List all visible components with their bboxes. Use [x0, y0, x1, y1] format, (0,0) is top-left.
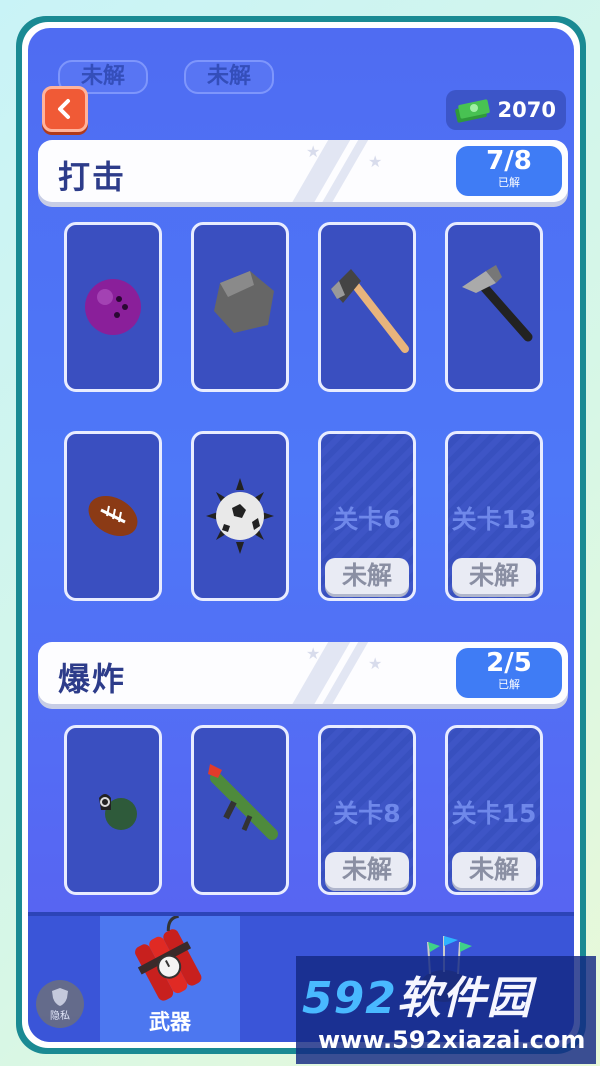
unlock-level-label: 关卡8 — [333, 799, 401, 828]
dynamite-icon — [135, 916, 202, 1001]
weapon-card-spiked-ball[interactable] — [191, 431, 289, 601]
section-title: 爆炸 — [58, 660, 127, 698]
weapon-card-bowling-ball[interactable] — [64, 222, 162, 392]
locked-badge: 未解 — [452, 852, 536, 888]
locked-badge: 未解 — [325, 558, 409, 594]
frame-inner: 未解 未解 2070 ★ ★ 打击 7/8 已解 关卡6 未解 关卡13 未解 … — [22, 22, 580, 1048]
unlock-level-label: 关卡15 — [451, 799, 537, 828]
axe-icon — [331, 269, 409, 353]
star-decoration: ★ — [368, 654, 383, 673]
watermark-url: www.592xiazai.com — [318, 1026, 586, 1054]
weapon-card-football[interactable] — [64, 431, 162, 601]
hammer-icon — [462, 265, 533, 342]
privacy-button[interactable]: 隐私 — [36, 980, 84, 1028]
star-decoration: ★ — [306, 142, 321, 161]
currency-display: 2070 — [445, 90, 566, 130]
watermark: 592软件园 www.592xiazai.com — [296, 956, 596, 1064]
section-title: 打击 — [58, 158, 127, 196]
locked-badge: 未解 — [452, 558, 536, 594]
watermark-brand-num: 592 — [302, 973, 397, 1024]
privacy-label: 隐私 — [50, 1010, 70, 1022]
unlock-counter: 2/5 已解 — [456, 648, 562, 698]
rocket-launcher-icon — [208, 764, 278, 840]
unlock-count: 2/5 — [486, 648, 532, 678]
weapon-card-rocket-launcher[interactable] — [191, 725, 289, 895]
section-header-explosive: ★ ★ 爆炸 2/5 已解 — [38, 642, 568, 704]
weapon-card-hammer[interactable] — [445, 222, 543, 392]
spiked-ball-icon — [206, 478, 274, 554]
unlock-level-label: 关卡6 — [333, 505, 401, 534]
weapon-card-axe[interactable] — [318, 222, 416, 392]
back-button[interactable] — [42, 86, 88, 132]
unlock-counter: 7/8 已解 — [456, 146, 562, 196]
rock-icon — [214, 271, 274, 333]
star-decoration: ★ — [368, 152, 383, 171]
unlock-level-label: 关卡13 — [451, 505, 537, 534]
grenade-icon — [99, 794, 137, 830]
device-frame: 未解 未解 2070 ★ ★ 打击 7/8 已解 关卡6 未解 关卡13 未解 … — [16, 16, 586, 1054]
weapon-card-locked-level-8[interactable]: 关卡8 未解 — [318, 725, 416, 895]
cash-icon — [454, 99, 490, 123]
weapon-card-locked-level-6[interactable]: 关卡6 未解 — [318, 431, 416, 601]
unlock-count: 7/8 — [486, 146, 532, 176]
section-header-strike: ★ ★ 打击 7/8 已解 — [38, 140, 568, 202]
top-bar: 未解 未解 2070 — [28, 28, 574, 138]
weapon-card-grenade[interactable] — [64, 725, 162, 895]
star-decoration: ★ — [306, 644, 321, 663]
unlock-count-label: 已解 — [498, 176, 520, 189]
weapon-card-locked-level-13[interactable]: 关卡13 未解 — [445, 431, 543, 601]
weapon-card-locked-level-15[interactable]: 关卡15 未解 — [445, 725, 543, 895]
locked-badge: 未解 — [325, 852, 409, 888]
watermark-brand-text: 软件园 — [396, 973, 532, 1024]
weapon-card-rock[interactable] — [191, 222, 289, 392]
game-screen: 未解 未解 2070 ★ ★ 打击 7/8 已解 关卡6 未解 关卡13 未解 … — [28, 28, 574, 1042]
football-icon — [88, 495, 138, 537]
bowling-ball-icon — [85, 279, 141, 335]
shield-icon — [52, 987, 68, 1006]
unlock-count-label: 已解 — [498, 678, 520, 691]
watermark-brand: 592软件园 — [302, 962, 532, 1026]
currency-amount: 2070 — [497, 98, 556, 122]
back-arrow-icon — [58, 99, 70, 119]
nav-tab-weapons-label: 武器 — [149, 1010, 191, 1034]
ghost-tab-2: 未解 — [184, 60, 274, 94]
